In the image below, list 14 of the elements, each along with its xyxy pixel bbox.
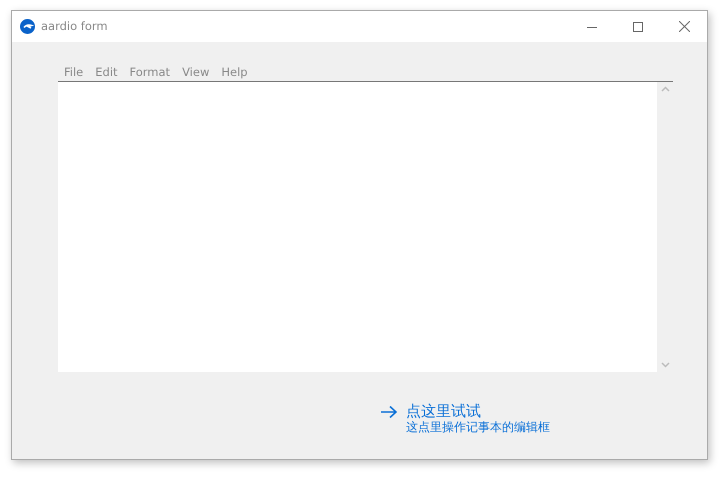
scroll-down-icon[interactable]	[660, 362, 670, 368]
menu-item[interactable]: File	[58, 62, 90, 82]
menu-item[interactable]: Format	[124, 62, 176, 82]
maximize-icon	[633, 22, 643, 32]
scroll-up-icon[interactable]	[660, 86, 670, 92]
window-title: aardio form	[41, 18, 108, 35]
close-icon	[678, 21, 690, 32]
menu-item[interactable]: View	[176, 62, 216, 82]
arrow-icon	[380, 405, 398, 419]
menu-item[interactable]: Help	[215, 62, 254, 82]
menu-item[interactable]: Edit	[89, 62, 124, 82]
command-link[interactable]: 点这里试试 这点里操作记事本的编辑框	[380, 402, 550, 435]
app-logo-icon	[20, 19, 35, 34]
text-editor[interactable]	[58, 82, 657, 372]
